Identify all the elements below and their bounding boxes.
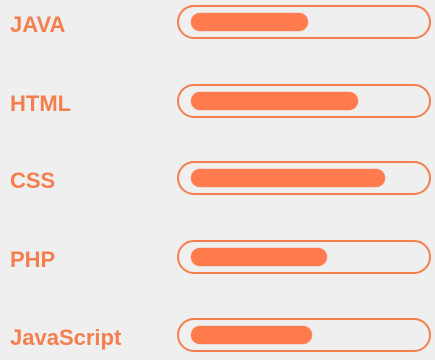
skill-label-css: CSS [10, 168, 56, 193]
skill-bar-java [177, 5, 431, 39]
skill-fill-java [191, 13, 308, 31]
skill-label-html: HTML [10, 91, 72, 116]
skill-fill-javascript [191, 326, 312, 344]
skill-bar-php [177, 240, 431, 274]
skill-row-java: JAVA [0, 5, 435, 45]
skill-row-html: HTML [0, 84, 435, 124]
skill-row-css: CSS [0, 161, 435, 201]
skill-fill-css [191, 169, 385, 187]
skill-bar-html [177, 84, 431, 118]
skill-fill-html [191, 92, 358, 110]
skill-label-php: PHP [10, 247, 56, 272]
skill-label-javascript: JavaScript [10, 325, 122, 350]
skill-bar-css [177, 161, 431, 195]
skill-bar-javascript [177, 318, 431, 352]
skills-page: { "colors": { "accent": "#f47e4e", "fill… [0, 0, 435, 360]
skill-fill-php [191, 248, 327, 266]
skill-row-php: PHP [0, 240, 435, 280]
skill-label-java: JAVA [10, 12, 66, 37]
skill-row-javascript: JavaScript [0, 318, 435, 358]
